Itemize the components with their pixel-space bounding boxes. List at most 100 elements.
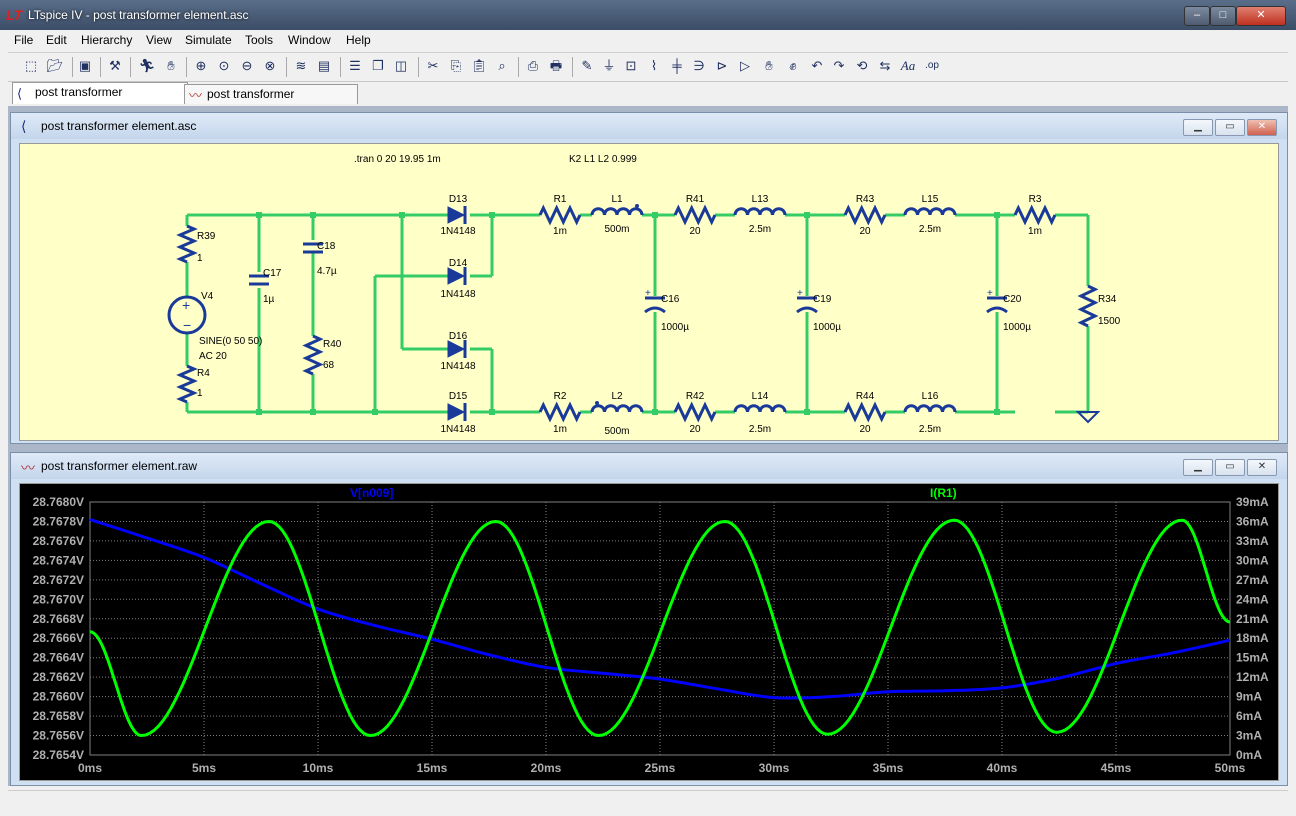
diode-icon[interactable]: ⊳ — [713, 57, 731, 75]
zoom-pan-icon[interactable]: ⊙ — [215, 57, 233, 75]
r40-value: 68 — [323, 360, 335, 371]
control-panel-icon[interactable]: ⚒ — [106, 57, 124, 75]
drag-icon[interactable]: ✊︎ — [784, 57, 802, 75]
legend-series-2: I(R1) — [930, 486, 957, 500]
inductor-icon[interactable]: ∋ — [690, 57, 708, 75]
minimize-button[interactable]: ▁ — [1183, 119, 1213, 136]
r41-value: 20 — [689, 226, 701, 237]
d15-value: 1N4148 — [440, 424, 475, 435]
tile-vertical-icon[interactable]: ◫ — [392, 57, 410, 75]
menu-help[interactable]: Help — [346, 33, 371, 47]
cut-icon[interactable]: ✂ — [424, 57, 442, 75]
toolbar-separator — [518, 57, 519, 77]
save-icon[interactable]: ▣ — [76, 57, 94, 75]
schematic-canvas[interactable]: .tran 0 20 19.95 1m K2 L1 L2 0.999 + + + + − R3… — [19, 143, 1279, 441]
schematic-window-titlebar[interactable]: ⟨ post transformer element.asc ▁ ▭ ✕ — [11, 113, 1287, 139]
maximize-button[interactable]: □ — [1210, 6, 1236, 26]
menu-hierarchy[interactable]: Hierarchy — [81, 33, 132, 47]
c17-value: 1µ — [263, 294, 275, 305]
copy-icon[interactable]: ⎘ — [447, 57, 465, 75]
r41-ref: R41 — [686, 194, 705, 205]
l2-ref: L2 — [611, 391, 623, 402]
close-button[interactable]: ✕ — [1247, 459, 1277, 476]
waveform-window-titlebar[interactable]: 〰 post transformer element.raw ▁ ▭ ✕ — [11, 453, 1287, 479]
c18-ref: C18 — [317, 241, 336, 252]
diode-symbol — [447, 206, 466, 224]
print-setup-icon[interactable]: ⎙ — [524, 57, 542, 75]
junction — [399, 212, 405, 218]
l2-value: 500m — [604, 426, 629, 437]
redo-icon[interactable]: ↷ — [830, 57, 848, 75]
paste-icon[interactable]: 📋︎ — [470, 57, 488, 75]
d13-value: 1N4148 — [440, 226, 475, 237]
waveform-canvas[interactable]: 0ms 5ms 10ms 15ms 20ms 25ms 30ms 35ms 40ms 45ms 50… — [19, 483, 1279, 781]
menu-file[interactable]: File — [14, 33, 33, 47]
mirror-icon[interactable]: ⇆ — [876, 57, 894, 75]
tab-waveform[interactable]: 〰 post transformer element.raw — [184, 84, 358, 120]
y-tick-label-right: 12mA — [1236, 670, 1269, 684]
ground-icon[interactable]: ⏚ — [600, 57, 618, 75]
find-icon[interactable]: ⌕ — [493, 57, 511, 75]
minimize-button[interactable]: ▁ — [1183, 459, 1213, 476]
document-tabs: ⟨ post transformer element.asc 〰 post tr… — [8, 82, 1288, 120]
y-tick-label-right: 21mA — [1236, 612, 1269, 626]
y-tick-label-left: 28.7676V — [33, 534, 84, 548]
open-icon[interactable]: 📂︎ — [46, 57, 64, 75]
component-icon[interactable]: ▷ — [736, 57, 754, 75]
autorange-icon[interactable]: ≋ — [292, 57, 310, 75]
run-icon[interactable]: 🏃︎ — [138, 57, 156, 75]
new-schematic-icon[interactable]: ⬚ — [22, 57, 40, 75]
close-button[interactable]: ✕ — [1236, 6, 1286, 26]
menu-tools[interactable]: Tools — [245, 33, 273, 47]
toolbar-separator — [72, 57, 73, 77]
restore-button[interactable]: ▭ — [1215, 459, 1245, 476]
view-netlist-icon[interactable]: ▤ — [315, 57, 333, 75]
text-icon[interactable]: Aa — [899, 57, 917, 75]
schematic-window-title: post transformer element.asc — [41, 119, 197, 133]
y-tick-label-right: 30mA — [1236, 553, 1269, 567]
wire-icon[interactable]: ✎ — [578, 57, 596, 75]
y-tick-label-left: 28.7666V — [33, 631, 84, 645]
inductor-symbol — [903, 207, 957, 216]
ltspice-logo-icon: LT — [6, 7, 23, 23]
mdi-client-area: ⟨ post transformer element.asc ▁ ▭ ✕ .tr… — [8, 106, 1288, 786]
menu-window[interactable]: Window — [288, 33, 331, 47]
l16-value: 2.5m — [919, 424, 941, 435]
d16-ref: D16 — [449, 331, 468, 342]
y-tick-label-left: 28.7656V — [33, 729, 84, 743]
minimize-button[interactable]: – — [1184, 6, 1210, 26]
resistor-symbol — [176, 224, 198, 264]
menu-edit[interactable]: Edit — [46, 33, 67, 47]
menu-simulate[interactable]: Simulate — [185, 33, 232, 47]
title-bar: LT LTspice IV - post transformer element… — [0, 0, 1296, 30]
tab-schematic[interactable]: ⟨ post transformer element.asc — [12, 82, 188, 118]
zoom-in-icon[interactable]: ⊕ — [192, 57, 210, 75]
zoom-cancel-icon[interactable]: ⊗ — [261, 57, 279, 75]
inductor-symbol — [590, 404, 644, 413]
capacitor-icon[interactable]: ╪ — [668, 57, 686, 75]
junction — [652, 212, 658, 218]
toolbar-separator — [340, 57, 341, 77]
restore-button[interactable]: ▭ — [1215, 119, 1245, 136]
menu-view[interactable]: View — [146, 33, 172, 47]
move-icon[interactable]: ✋︎ — [760, 57, 778, 75]
resistor-icon[interactable]: ⌇ — [645, 57, 663, 75]
tile-horizontal-icon[interactable]: ☰ — [346, 57, 364, 75]
cascade-icon[interactable]: ❐ — [369, 57, 387, 75]
ltspice-window: LT LTspice IV - post transformer element… — [0, 0, 1296, 816]
c19-value: 1000µ — [813, 322, 841, 333]
plus-sign: + — [182, 297, 190, 313]
print-icon[interactable]: 🖶︎ — [547, 57, 565, 75]
zoom-out-icon[interactable]: ⊖ — [238, 57, 256, 75]
schematic-drawing: .tran 0 20 19.95 1m K2 L1 L2 0.999 + + + + − R3… — [167, 154, 1121, 437]
y-tick-label-left: 28.7680V — [33, 495, 84, 509]
rotate-icon[interactable]: ⟲ — [853, 57, 871, 75]
y-tick-label-right: 15mA — [1236, 651, 1269, 665]
spice-directive-icon[interactable]: .op — [923, 57, 941, 75]
halt-icon[interactable]: ✋︎ — [162, 57, 180, 75]
close-button[interactable]: ✕ — [1247, 119, 1277, 136]
waveform-icon: 〰 — [21, 460, 35, 476]
junction — [310, 409, 316, 415]
undo-icon[interactable]: ↶ — [808, 57, 826, 75]
label-icon[interactable]: ⊡ — [622, 57, 640, 75]
